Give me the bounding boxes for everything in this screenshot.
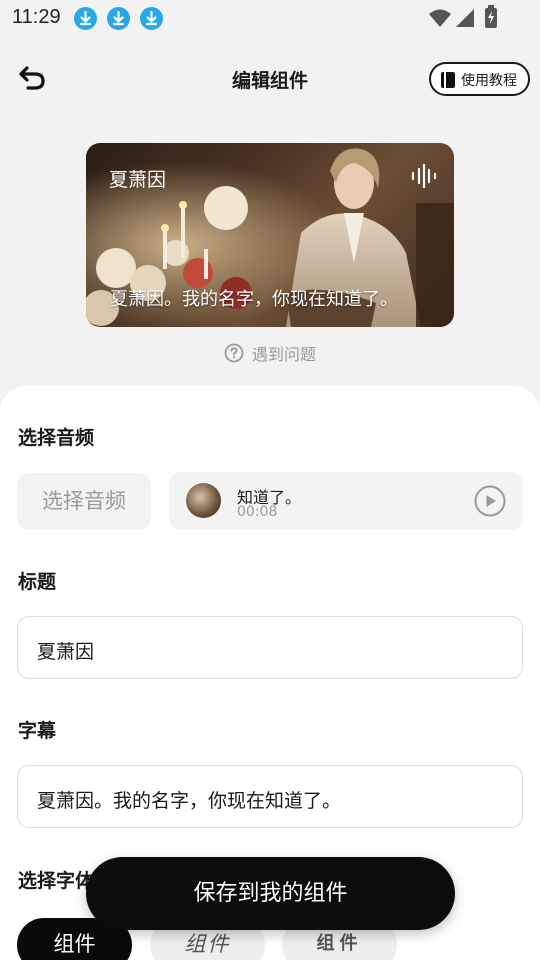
sound-wave-icon xyxy=(411,163,437,189)
subtitle-input-value: 夏萧因。我的名字，你现在知道了。 xyxy=(37,790,342,812)
signal-icon xyxy=(456,9,474,27)
title-input-value: 夏萧因 xyxy=(37,641,95,663)
wifi-icon xyxy=(429,9,451,27)
status-time: 11:29 xyxy=(12,6,61,28)
play-circle-icon[interactable] xyxy=(474,485,506,517)
tutorial-label: 使用教程 xyxy=(461,73,517,89)
tutorial-button[interactable]: 使用教程 xyxy=(429,62,530,96)
save-to-my-widgets-button[interactable]: 保存到我的组件 xyxy=(86,857,455,930)
widget-preview-card[interactable]: 夏萧因 夏萧因。我的名字，你现在知道了。 xyxy=(86,143,454,327)
title-section-label: 标题 xyxy=(18,571,57,593)
battery-icon xyxy=(485,5,497,28)
status-bar: 11:29 xyxy=(0,0,540,38)
book-icon xyxy=(441,72,455,88)
question-circle-icon xyxy=(224,343,244,363)
font-section-label: 选择字体 xyxy=(18,870,95,892)
download-icon xyxy=(140,7,163,30)
download-icon xyxy=(74,7,97,30)
subtitle-input[interactable]: 夏萧因。我的名字，你现在知道了。 xyxy=(17,765,523,828)
audio-thumbnail xyxy=(186,483,221,518)
help-label: 遇到问题 xyxy=(251,345,316,364)
preview-subtitle: 夏萧因。我的名字，你现在知道了。 xyxy=(110,289,398,310)
selected-audio-card[interactable]: 知道了。 00:08 xyxy=(169,472,523,530)
preview-title: 夏萧因 xyxy=(109,169,167,191)
title-input[interactable]: 夏萧因 xyxy=(17,616,523,679)
subtitle-section-label: 字幕 xyxy=(18,720,57,742)
download-icon xyxy=(107,7,130,30)
audio-duration: 00:08 xyxy=(237,504,278,520)
choose-audio-button[interactable]: 选择音频 xyxy=(17,473,151,530)
help-link[interactable]: 遇到问题 xyxy=(0,341,540,367)
audio-section-label: 选择音频 xyxy=(18,427,95,449)
